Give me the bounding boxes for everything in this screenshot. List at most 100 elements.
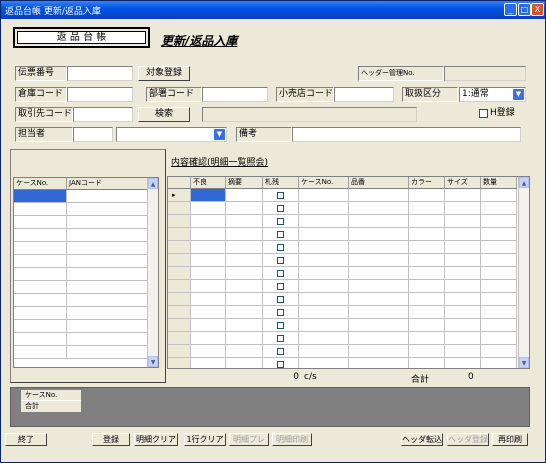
close-button[interactable]: X xyxy=(531,3,544,16)
table-cell[interactable] xyxy=(445,228,481,241)
column-header[interactable]: サイズ xyxy=(445,177,481,189)
scroll-down-icon[interactable]: ▼ xyxy=(148,356,158,367)
table-cell[interactable] xyxy=(191,254,226,267)
minimize-button[interactable]: _ xyxy=(504,3,517,16)
table-cell[interactable] xyxy=(409,202,445,215)
column-header[interactable]: ケースNo. xyxy=(299,177,349,189)
reprint-button[interactable]: 再印刷 xyxy=(492,433,528,446)
detail-grid[interactable]: 不良 摘要 札残 ケースNo. 品番 カラー サイズ 数量 ▸ ▲ ▼ xyxy=(167,176,530,369)
row-selector[interactable] xyxy=(168,254,191,267)
left-grid-cell[interactable] xyxy=(14,346,67,359)
table-cell[interactable] xyxy=(481,345,517,358)
table-cell[interactable] xyxy=(349,202,409,215)
table-cell[interactable] xyxy=(481,306,517,319)
table-cell[interactable] xyxy=(191,319,226,332)
table-cell[interactable] xyxy=(226,241,263,254)
table-cell[interactable] xyxy=(349,215,409,228)
row-selector[interactable] xyxy=(168,332,191,345)
row-selector[interactable] xyxy=(168,358,191,368)
category-select[interactable]: 1:通常 ▼ xyxy=(459,87,526,102)
tag-remaining-checkbox[interactable] xyxy=(277,335,284,342)
table-cell[interactable] xyxy=(481,358,517,368)
table-cell[interactable] xyxy=(409,345,445,358)
left-grid-cell[interactable] xyxy=(67,268,149,281)
table-cell[interactable] xyxy=(445,189,481,202)
table-cell[interactable] xyxy=(263,293,299,306)
table-cell[interactable] xyxy=(409,267,445,280)
table-cell[interactable] xyxy=(409,228,445,241)
column-header-case-no[interactable]: ケースNo. xyxy=(14,178,67,190)
line-clear-button[interactable]: 1行クリア xyxy=(184,433,226,446)
header-capture-button[interactable]: ヘッダ転込 xyxy=(401,433,443,446)
table-cell[interactable] xyxy=(191,189,226,202)
tag-remaining-checkbox[interactable] xyxy=(277,231,284,238)
table-cell[interactable] xyxy=(481,202,517,215)
table-cell[interactable] xyxy=(299,345,349,358)
table-cell[interactable] xyxy=(445,306,481,319)
table-cell[interactable] xyxy=(349,254,409,267)
left-grid-cell[interactable] xyxy=(14,320,67,333)
table-cell[interactable] xyxy=(481,319,517,332)
scroll-up-icon[interactable]: ▲ xyxy=(148,178,158,189)
left-grid-cell[interactable] xyxy=(14,268,67,281)
table-cell[interactable] xyxy=(299,215,349,228)
table-cell[interactable] xyxy=(409,189,445,202)
row-selector[interactable] xyxy=(168,228,191,241)
table-cell[interactable] xyxy=(226,280,263,293)
table-cell[interactable] xyxy=(226,332,263,345)
table-cell[interactable] xyxy=(349,189,409,202)
table-cell[interactable] xyxy=(481,280,517,293)
left-grid-cell[interactable] xyxy=(67,190,149,203)
column-header[interactable]: 品番 xyxy=(349,177,409,189)
column-header[interactable]: 摘要 xyxy=(226,177,263,189)
row-selector[interactable] xyxy=(168,202,191,215)
table-cell[interactable] xyxy=(263,267,299,280)
tag-remaining-checkbox[interactable] xyxy=(277,270,284,277)
table-cell[interactable] xyxy=(226,267,263,280)
person-code-input[interactable] xyxy=(73,127,113,142)
table-cell[interactable] xyxy=(445,280,481,293)
table-cell[interactable] xyxy=(263,215,299,228)
table-cell[interactable] xyxy=(299,280,349,293)
table-cell[interactable] xyxy=(349,319,409,332)
table-cell[interactable] xyxy=(263,306,299,319)
warehouse-input[interactable] xyxy=(67,87,133,102)
title-bar[interactable]: 返品台帳 更新/返品入庫 _ □ X xyxy=(1,1,545,19)
table-cell[interactable] xyxy=(445,202,481,215)
table-cell[interactable] xyxy=(299,241,349,254)
table-cell[interactable] xyxy=(191,358,226,368)
table-cell[interactable] xyxy=(349,293,409,306)
table-cell[interactable] xyxy=(409,358,445,368)
case-jan-grid[interactable]: ケースNo. JANコード ▲ ▼ xyxy=(13,177,159,368)
tag-remaining-checkbox[interactable] xyxy=(277,283,284,290)
h-register-checkbox[interactable] xyxy=(479,109,488,118)
table-cell[interactable] xyxy=(409,280,445,293)
table-cell[interactable] xyxy=(299,332,349,345)
left-grid-cell[interactable] xyxy=(14,307,67,320)
maximize-button[interactable]: □ xyxy=(518,3,531,16)
table-cell[interactable] xyxy=(226,189,263,202)
table-cell[interactable] xyxy=(445,358,481,368)
table-cell[interactable] xyxy=(299,306,349,319)
row-selector[interactable] xyxy=(168,215,191,228)
table-cell[interactable] xyxy=(349,280,409,293)
table-cell[interactable] xyxy=(445,267,481,280)
table-cell[interactable] xyxy=(226,358,263,368)
table-cell[interactable] xyxy=(481,189,517,202)
table-cell[interactable] xyxy=(445,241,481,254)
detail-grid-scrollbar[interactable]: ▲ ▼ xyxy=(518,177,529,368)
table-cell[interactable] xyxy=(481,241,517,254)
tag-remaining-checkbox[interactable] xyxy=(277,205,284,212)
table-cell[interactable] xyxy=(191,332,226,345)
table-cell[interactable] xyxy=(263,228,299,241)
table-cell[interactable] xyxy=(191,345,226,358)
column-header-jan-code[interactable]: JANコード xyxy=(67,178,149,190)
end-button[interactable]: 終了 xyxy=(5,433,47,446)
table-cell[interactable] xyxy=(263,319,299,332)
scroll-down-icon[interactable]: ▼ xyxy=(519,357,529,368)
tag-remaining-checkbox[interactable] xyxy=(277,192,284,199)
supplier-input[interactable] xyxy=(73,107,133,122)
table-cell[interactable] xyxy=(299,293,349,306)
column-header[interactable]: 札残 xyxy=(263,177,299,189)
table-cell[interactable] xyxy=(349,228,409,241)
